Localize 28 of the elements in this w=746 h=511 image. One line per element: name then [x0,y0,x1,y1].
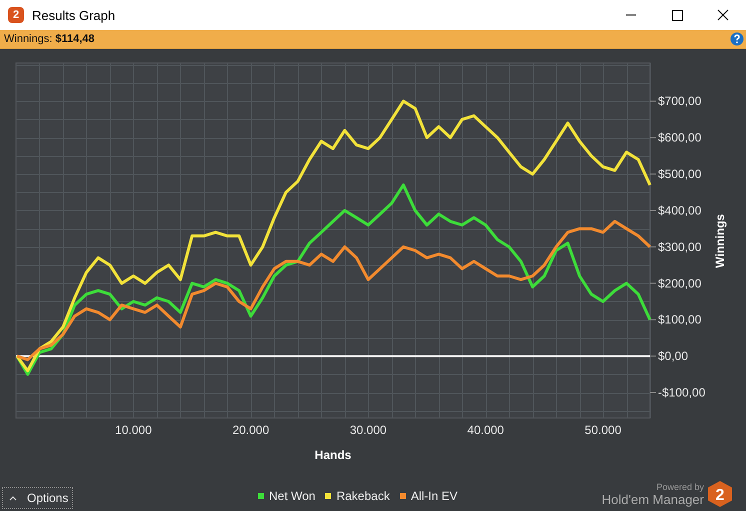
x-tick-label: 40.000 [467,423,504,437]
winnings-summary: Winnings: $114,48 [4,33,95,45]
legend-label: All-In EV [410,489,458,503]
y-tick-label: $300,00 [658,240,702,254]
caret-icon [9,495,17,501]
powered-by-label: Powered by [656,482,704,492]
x-axis-title: Hands [314,448,352,462]
help-icon[interactable] [730,32,744,46]
x-tick-label: 20.000 [232,423,270,437]
y-tick-label: $700,00 [658,94,702,108]
app-logo-icon: 2 [8,7,24,23]
y-tick-label: $400,00 [658,203,702,218]
y-tick-label: $0,00 [658,349,688,364]
legend-label: Rakeback [336,489,390,503]
x-tick-label: 50.000 [584,423,622,437]
y-tick-label: $500,00 [658,167,702,182]
x-tick-label: 10.000 [115,423,152,437]
y-tick-label: $100,00 [658,312,702,327]
y-tick-label: -$100,00 [658,386,706,400]
y-axis-title: Winnings [713,214,727,268]
window-title: Results Graph [32,8,116,22]
legend-label: Net Won [269,489,316,503]
y-tick-label: $200,00 [658,276,702,290]
product-name: Hold'em Manager [602,492,704,506]
options-button[interactable]: Options [2,487,74,509]
product-logo: 2 [708,481,732,507]
x-tick-label: 30.000 [350,423,387,437]
y-tick-label: $600,00 [658,130,702,145]
